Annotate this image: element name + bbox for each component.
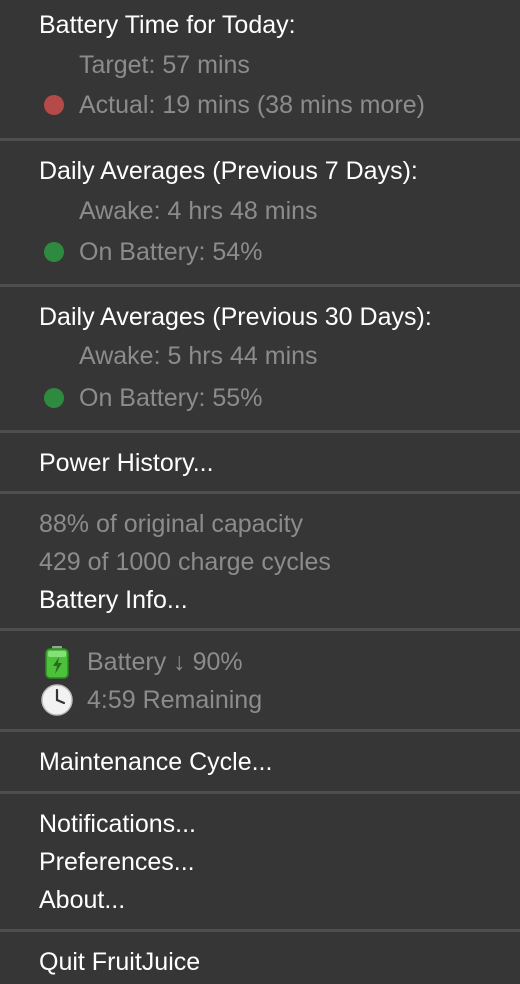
battery-level: Battery ↓ 90% (87, 648, 243, 676)
charge-cycles: 429 of 1000 charge cycles (39, 548, 331, 576)
today-header: Battery Time for Today: (39, 11, 296, 39)
battery-capacity: 88% of original capacity (39, 510, 304, 538)
avg7-awake: Awake: 4 hrs 48 mins (79, 197, 318, 225)
quit-item[interactable]: Quit FruitJuice (39, 943, 200, 981)
avg7-header: Daily Averages (Previous 7 Days): (39, 157, 418, 185)
battery-icon (45, 646, 69, 679)
avg30-awake: Awake: 5 hrs 44 mins (79, 342, 318, 370)
separator (0, 284, 520, 287)
avg30-on-battery: On Battery: 55% (79, 384, 263, 412)
fruitjuice-menu: Battery Time for Today: Target: 57 mins … (0, 0, 520, 984)
power-history-item[interactable]: Power History... (39, 444, 214, 482)
separator (0, 791, 520, 794)
separator (0, 628, 520, 631)
avg30-status-dot (44, 388, 64, 408)
avg7-on-battery: On Battery: 54% (79, 238, 263, 266)
avg7-status-dot (44, 242, 64, 262)
avg30-header: Daily Averages (Previous 30 Days): (39, 303, 432, 331)
about-item[interactable]: About... (39, 881, 125, 919)
today-status-dot (44, 95, 64, 115)
time-remaining: 4:59 Remaining (87, 686, 263, 714)
separator (0, 138, 520, 141)
battery-info-item[interactable]: Battery Info... (39, 581, 188, 619)
today-target: Target: 57 mins (79, 51, 250, 79)
separator (0, 491, 520, 494)
separator (0, 729, 520, 732)
separator (0, 929, 520, 932)
clock-icon (41, 684, 73, 716)
maintenance-cycle-item[interactable]: Maintenance Cycle... (39, 743, 272, 781)
separator (0, 430, 520, 433)
preferences-item[interactable]: Preferences... (39, 843, 195, 881)
today-actual: Actual: 19 mins (38 mins more) (79, 91, 425, 119)
notifications-item[interactable]: Notifications... (39, 805, 196, 843)
